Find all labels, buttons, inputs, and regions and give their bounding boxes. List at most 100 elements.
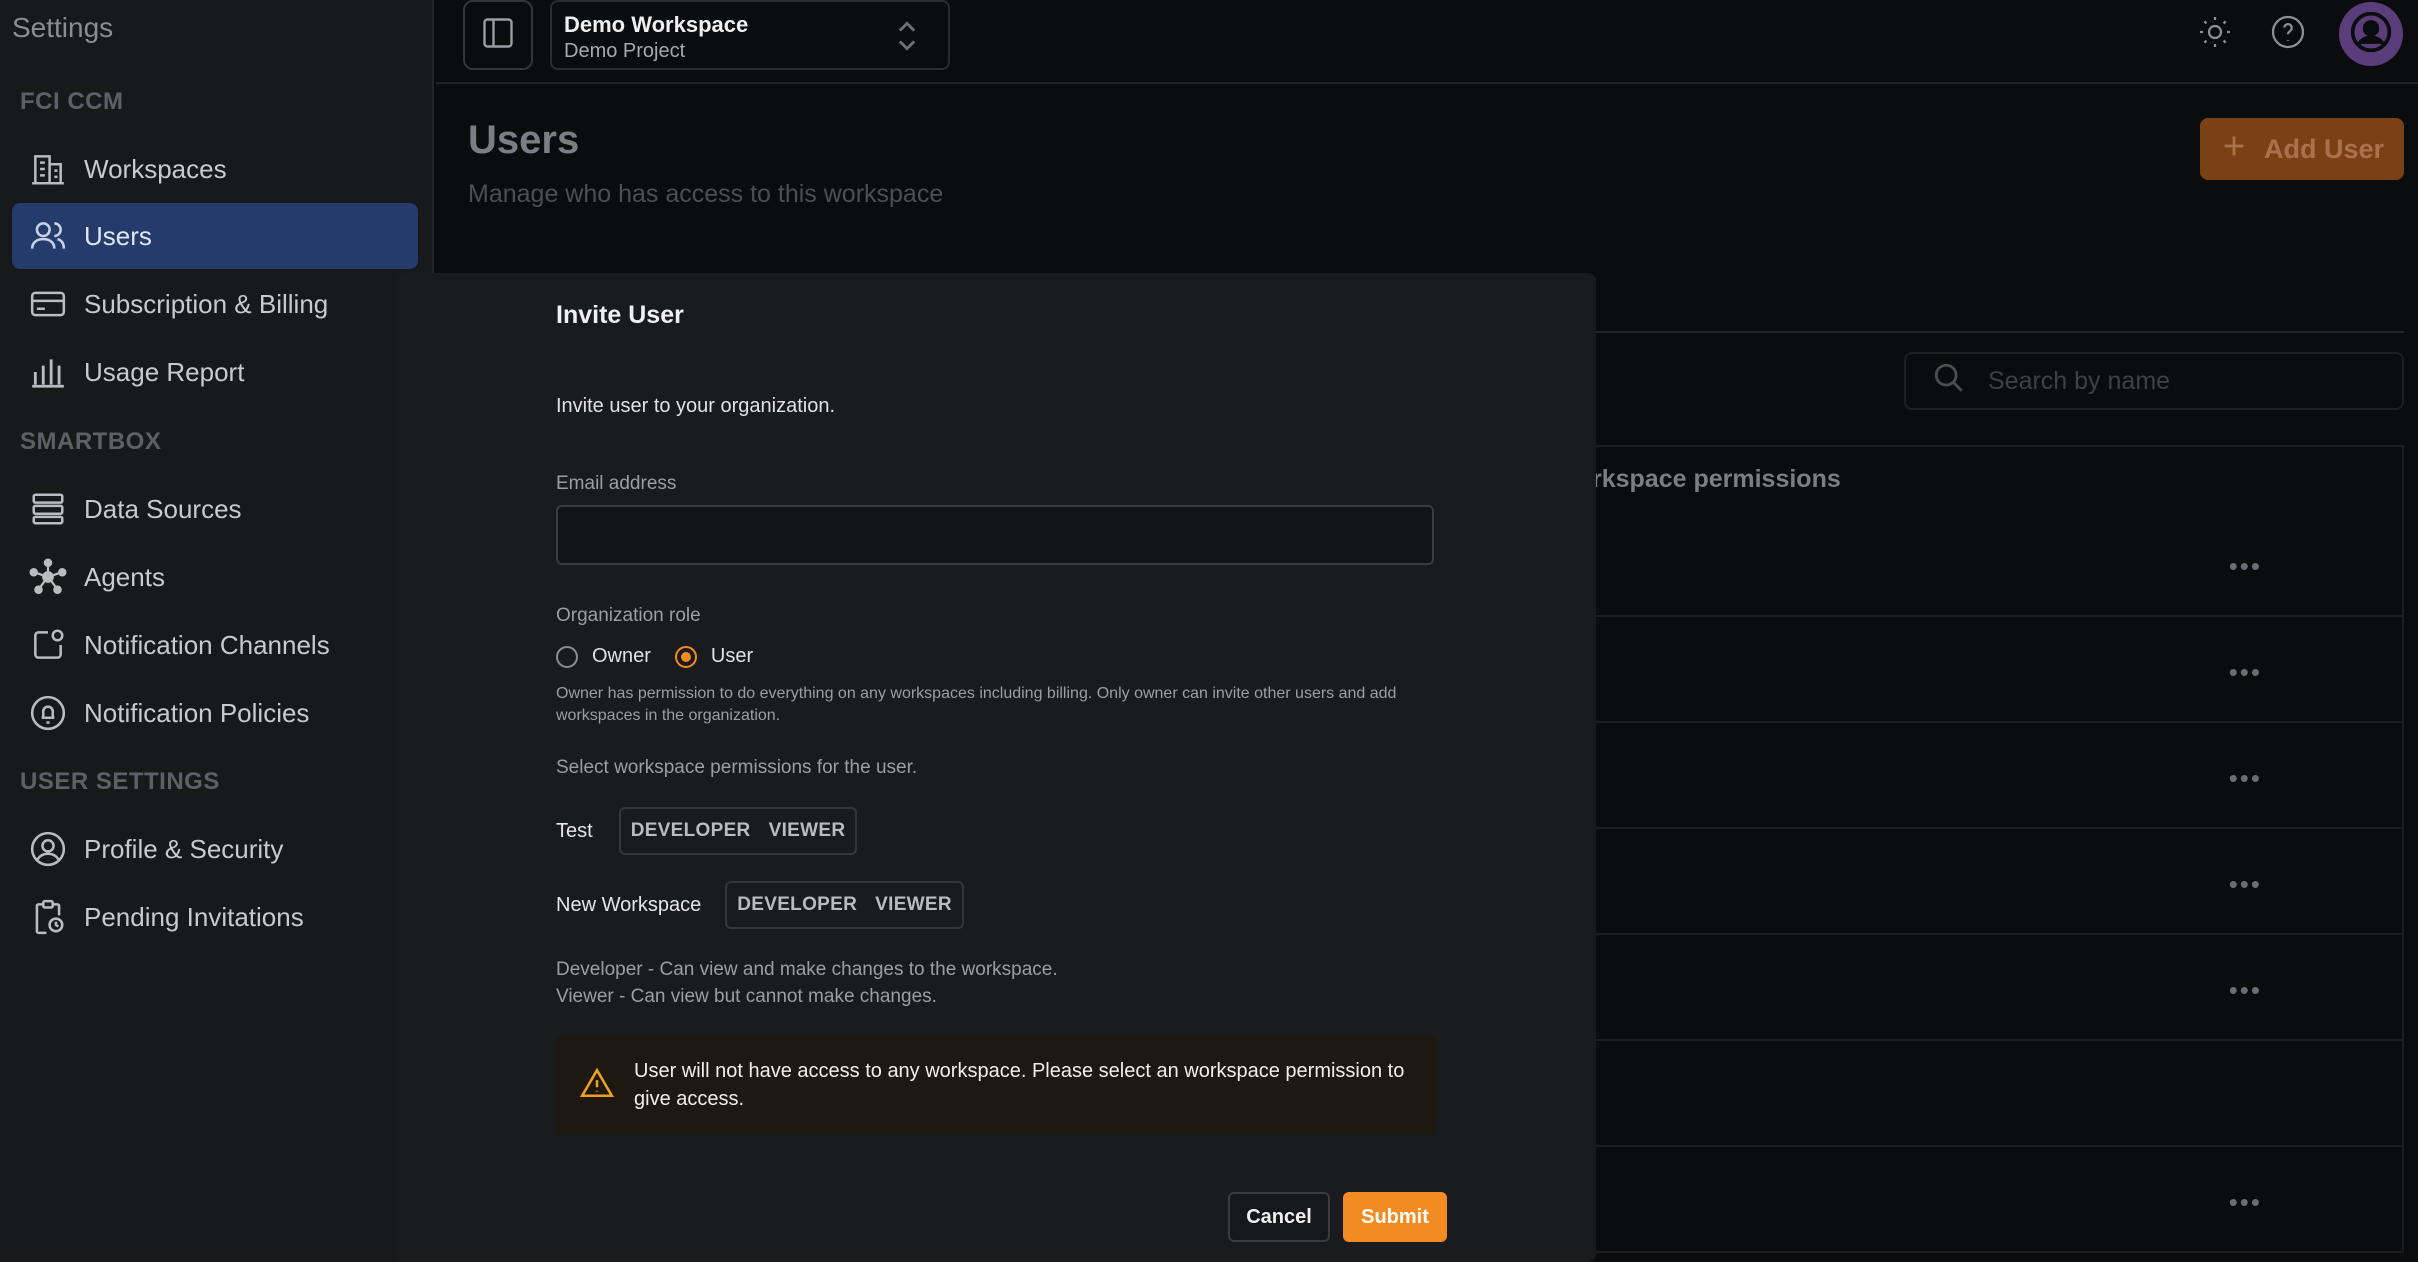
user-radio-label: User <box>710 645 754 667</box>
user-avatar[interactable] <box>2339 2 2403 66</box>
workspace-selector[interactable]: Demo Workspace Demo Project <box>550 0 950 70</box>
permission-toggle-group: DEVELOPER VIEWER <box>725 881 964 929</box>
section-label-fci-ccm: FCI CCM <box>20 88 124 115</box>
sidebar-item-notification-policies[interactable]: Notification Policies <box>12 680 418 746</box>
warning-text: User will not have access to any workspa… <box>634 1060 1405 1110</box>
row-actions-button[interactable]: ••• <box>2229 551 2262 582</box>
workspace-name-label: Test <box>556 819 593 842</box>
sidebar-toggle-icon <box>480 15 516 56</box>
warning-alert: User will not have access to any workspa… <box>556 1035 1436 1135</box>
table-row: ••• <box>1590 617 2404 723</box>
sidebar-item-profile-security[interactable]: Profile & Security <box>12 816 418 882</box>
add-user-label: Add User <box>2263 133 2385 164</box>
sidebar: Settings FCI CCM Workspaces Users Subscr… <box>0 0 434 1262</box>
developer-permission-button[interactable]: DEVELOPER <box>631 820 751 842</box>
row-actions-button[interactable]: ••• <box>2229 763 2262 794</box>
role-help-text: Owner has permission to do everything on… <box>556 685 1397 724</box>
email-field[interactable] <box>556 505 1434 565</box>
workspace-permission-row: Test DEVELOPER VIEWER <box>556 807 858 855</box>
network-icon <box>12 558 84 596</box>
sidebar-item-workspaces[interactable]: Workspaces <box>12 136 418 202</box>
organization-role-group: Owner User <box>556 645 753 668</box>
bell-icon <box>12 694 84 732</box>
dialog-title: Invite User <box>556 301 684 329</box>
workspace-name: Demo Workspace <box>564 12 749 37</box>
page-title: Users <box>468 118 580 162</box>
table-row: ••• <box>1590 511 2404 617</box>
table-row: ••• <box>1590 1147 2404 1253</box>
sidebar-item-label: Pending Invitations <box>84 901 304 932</box>
add-user-button[interactable]: Add User <box>2200 118 2404 180</box>
page-subtitle: Manage who has access to this workspace <box>468 180 944 208</box>
notification-icon <box>12 626 84 664</box>
sidebar-item-label: Notification Channels <box>84 629 330 660</box>
search-input[interactable]: Search by name <box>1904 352 2404 410</box>
search-placeholder: Search by name <box>1988 366 2171 395</box>
sidebar-item-agents[interactable]: Agents <box>12 544 418 610</box>
workspace-permissions-label: Select workspace permissions for the use… <box>556 757 918 778</box>
user-circle-icon <box>12 830 84 868</box>
table-row: ••• <box>1590 935 2404 1041</box>
search-icon <box>1932 361 1966 402</box>
workspace-name-label: New Workspace <box>556 893 702 916</box>
section-label-smartbox: SMARTBOX <box>20 428 162 455</box>
help-button[interactable] <box>2268 14 2308 54</box>
row-actions-button[interactable]: ••• <box>2229 975 2262 1006</box>
sun-icon <box>2197 14 2233 55</box>
row-actions-button[interactable]: ••• <box>2229 657 2262 688</box>
viewer-permission-button[interactable]: VIEWER <box>769 820 846 842</box>
sidebar-title: Settings <box>12 12 114 43</box>
row-actions-button[interactable]: ••• <box>2229 869 2262 900</box>
table-row: ••• <box>1590 829 2404 935</box>
developer-permission-button[interactable]: DEVELOPER <box>737 894 857 916</box>
permission-legend: Developer - Can view and make changes to… <box>556 956 1058 1010</box>
building-icon <box>12 150 84 188</box>
permission-toggle-group: DEVELOPER VIEWER <box>618 807 858 855</box>
legend-viewer: Viewer - Can view but cannot make change… <box>556 986 937 1007</box>
credit-card-icon <box>12 285 84 323</box>
sidebar-item-data-sources[interactable]: Data Sources <box>12 476 418 542</box>
workspace-permission-row: New Workspace DEVELOPER VIEWER <box>556 881 964 929</box>
sidebar-item-label: Agents <box>84 561 165 592</box>
user-radio[interactable] <box>674 645 697 668</box>
owner-radio[interactable] <box>556 645 578 668</box>
organization-role-label: Organization role <box>556 605 701 626</box>
table-row <box>1590 1041 2404 1147</box>
clipboard-clock-icon <box>12 898 84 936</box>
submit-button[interactable]: Submit <box>1343 1192 1447 1242</box>
sidebar-item-label: Users <box>84 220 152 251</box>
user-avatar-icon <box>2349 10 2393 59</box>
tab-divider <box>1590 331 2404 333</box>
project-name: Demo Project <box>564 40 686 62</box>
table-header-label: rkspace permissions <box>1592 464 1841 493</box>
sidebar-item-label: Notification Policies <box>84 697 310 728</box>
sidebar-item-pending-invitations[interactable]: Pending Invitations <box>12 884 418 950</box>
dialog-description: Invite user to your organization. <box>556 395 836 417</box>
sidebar-item-usage-report[interactable]: Usage Report <box>12 339 418 405</box>
server-icon <box>12 490 84 528</box>
invite-user-dialog: Invite User Invite user to your organiza… <box>520 273 1460 1262</box>
table-header-workspace-permissions: rkspace permissions <box>1590 445 2404 511</box>
email-label: Email address <box>556 473 677 494</box>
sidebar-item-users[interactable]: Users <box>12 203 418 269</box>
sidebar-item-label: Data Sources <box>84 493 242 524</box>
chevron-up-down-icon <box>896 18 918 59</box>
warning-icon <box>579 1067 615 1104</box>
bar-chart-icon <box>12 353 84 391</box>
users-icon <box>12 217 84 255</box>
section-label-user-settings: USER SETTINGS <box>20 768 220 795</box>
viewer-permission-button[interactable]: VIEWER <box>875 894 952 916</box>
help-icon <box>2270 14 2306 55</box>
sidebar-item-label: Profile & Security <box>84 833 284 864</box>
sidebar-toggle-button[interactable] <box>463 0 533 70</box>
theme-toggle-button[interactable] <box>2195 14 2235 54</box>
plus-icon <box>2220 132 2248 167</box>
sidebar-item-notification-channels[interactable]: Notification Channels <box>12 612 418 678</box>
row-actions-button[interactable]: ••• <box>2229 1187 2262 1218</box>
sidebar-item-label: Workspaces <box>84 153 227 184</box>
cancel-button[interactable]: Cancel <box>1228 1192 1330 1242</box>
table-row: ••• <box>1590 723 2404 829</box>
sidebar-item-subscription-billing[interactable]: Subscription & Billing <box>12 271 418 337</box>
sidebar-item-label: Usage Report <box>84 356 245 387</box>
owner-radio-label: Owner <box>592 645 651 667</box>
